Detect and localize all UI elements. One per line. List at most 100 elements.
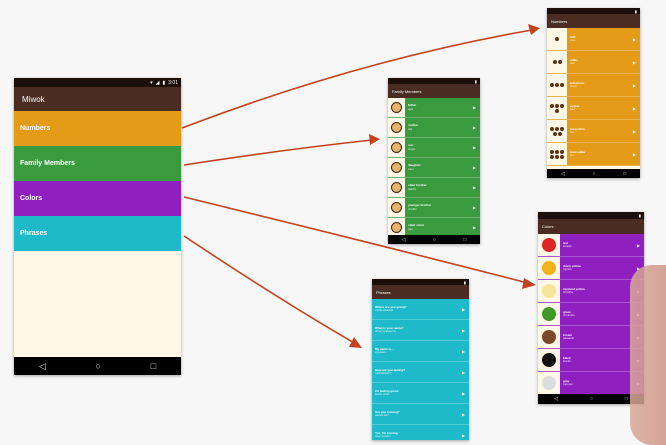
play-icon[interactable]: ▶ xyxy=(473,105,480,110)
item-text: daughter tune xyxy=(405,164,473,171)
list-item[interactable]: What is your name? tinnә oyaase'nә ▶ xyxy=(372,320,469,341)
category-phrases[interactable]: Phrases xyxy=(14,216,181,251)
list-item[interactable]: massokka five ▶ xyxy=(547,120,640,143)
english-word: one xyxy=(570,38,576,42)
play-icon[interactable]: ▶ xyxy=(462,391,469,396)
english-word: ṭakaakki xyxy=(563,336,575,340)
face-icon xyxy=(391,222,402,233)
list-item[interactable]: greenchokokki▶ xyxy=(538,303,644,326)
play-icon[interactable]: ▶ xyxy=(462,412,469,417)
number-image xyxy=(547,51,567,73)
back-icon[interactable]: ◁ xyxy=(561,171,565,177)
home-icon[interactable]: ○ xyxy=(592,171,595,177)
english-word: ṭopiisә xyxy=(563,267,572,271)
play-icon[interactable]: ▶ xyxy=(473,225,480,230)
item-text: massokka five xyxy=(567,128,633,135)
recents-icon[interactable]: □ xyxy=(625,396,628,402)
coin-icon xyxy=(550,126,554,131)
play-icon[interactable]: ▶ xyxy=(633,60,640,65)
battery-icon: ▮ xyxy=(474,78,477,84)
list-item[interactable]: father әpә ▶ xyxy=(388,98,480,118)
play-icon[interactable]: ▶ xyxy=(633,152,640,157)
list-item[interactable]: older brother taachi ▶ xyxy=(388,178,480,198)
category-numbers[interactable]: Numbers xyxy=(14,111,181,146)
list-item[interactable]: lutti one ▶ xyxy=(547,28,640,51)
home-icon[interactable]: ○ xyxy=(433,237,436,243)
english-word: michәksәs? xyxy=(375,371,391,375)
item-text: I'm feeling good. kuchi achit xyxy=(372,390,462,397)
color-swatch-image xyxy=(538,326,560,348)
color-swatch-image xyxy=(538,303,560,325)
list-item[interactable]: brownṭakaakki▶ xyxy=(538,326,644,349)
list-item[interactable]: red weṭeṭṭi ▶ xyxy=(538,234,644,257)
item-text: black kululli xyxy=(560,357,637,364)
color-swatch xyxy=(542,238,556,252)
english-word: kuchi achit xyxy=(375,392,390,396)
play-icon[interactable]: ▶ xyxy=(462,328,469,333)
play-icon[interactable]: ▶ xyxy=(473,185,480,190)
coins-icon xyxy=(550,126,564,136)
list-item[interactable]: dusty yellowṭopiisә▶ xyxy=(538,257,644,280)
play-icon[interactable]: ▶ xyxy=(637,243,644,248)
english-word: tune xyxy=(408,166,414,171)
list-item[interactable]: daughter tune ▶ xyxy=(388,158,480,178)
play-icon[interactable]: ▶ xyxy=(633,37,640,42)
list-item[interactable]: son angsi ▶ xyxy=(388,138,480,158)
english-word: weṭeṭṭi xyxy=(563,244,572,248)
app-bar: Phrases xyxy=(372,285,469,299)
list-item[interactable]: mother әṭa ▶ xyxy=(388,118,480,138)
face-icon xyxy=(391,182,402,193)
play-icon[interactable]: ▶ xyxy=(462,370,469,375)
number-image xyxy=(547,120,567,142)
recents-icon[interactable]: □ xyxy=(623,171,626,177)
back-icon[interactable]: ◁ xyxy=(402,237,406,243)
color-swatch-image xyxy=(538,257,560,279)
coin-icon xyxy=(557,131,562,136)
recents-icon[interactable]: □ xyxy=(151,361,156,371)
home-icon[interactable]: ○ xyxy=(590,396,593,402)
list-item[interactable]: I'm feeling good. kuchi achit ▶ xyxy=(372,383,469,404)
list-item[interactable]: mustard yellowchiwiiṭә▶ xyxy=(538,280,644,303)
play-icon[interactable]: ▶ xyxy=(473,145,480,150)
category-family-members[interactable]: Family Members xyxy=(14,146,181,181)
screen-title: Numbers xyxy=(551,18,568,24)
face-icon xyxy=(391,202,402,213)
app-bar: Family Members xyxy=(388,84,480,98)
main-phone-screen: ▾ ◢ ▮ 3:01 Miwok Numbers Family Members Co… xyxy=(14,78,181,375)
coin-icon xyxy=(555,83,559,87)
play-icon[interactable]: ▶ xyxy=(462,349,469,354)
english-word: four xyxy=(570,107,576,111)
color-swatch xyxy=(542,353,556,367)
list-item[interactable]: blackkululli▶ xyxy=(538,349,644,372)
list-item[interactable]: My name is... oyaaset... ▶ xyxy=(372,341,469,362)
family-member-image xyxy=(388,118,405,137)
play-icon[interactable]: ▶ xyxy=(473,165,480,170)
play-icon[interactable]: ▶ xyxy=(633,129,640,134)
list-item[interactable]: How are you feeling? michәksәs? ▶ xyxy=(372,362,469,383)
item-text: tolookosu three xyxy=(567,82,633,89)
list-item[interactable]: Are you coming? әәnәs'aa? ▶ xyxy=(372,404,469,425)
screen-title: Family Members xyxy=(392,88,422,94)
list-item[interactable]: oyyisa four ▶ xyxy=(547,97,640,120)
play-icon[interactable]: ▶ xyxy=(473,205,480,210)
list-item[interactable]: otiiko two ▶ xyxy=(547,51,640,74)
play-icon[interactable]: ▶ xyxy=(462,433,469,438)
play-icon[interactable]: ▶ xyxy=(462,307,469,312)
status-time: 3:01 xyxy=(168,79,178,86)
play-icon[interactable]: ▶ xyxy=(473,125,480,130)
list-item[interactable]: temmokka six ▶ xyxy=(547,143,640,166)
list-item[interactable]: Where are you going? minto wuksus ▶ xyxy=(372,299,469,320)
item-text: temmokka six xyxy=(567,151,633,158)
recents-icon[interactable]: □ xyxy=(463,237,466,243)
status-bar: ▮ xyxy=(538,212,644,219)
home-icon[interactable]: ○ xyxy=(96,361,101,371)
list-item[interactable]: tolookosu three ▶ xyxy=(547,74,640,97)
play-icon[interactable]: ▶ xyxy=(633,83,640,88)
play-icon[interactable]: ▶ xyxy=(633,106,640,111)
list-item[interactable]: grayṭopoppi▶ xyxy=(538,372,644,395)
list-item[interactable]: Yes, I'm coming. hәә' әәnәm ▶ xyxy=(372,425,469,440)
back-icon[interactable]: ◁ xyxy=(554,396,558,402)
back-icon[interactable]: ◁ xyxy=(39,361,46,372)
list-item[interactable]: younger brother chalitti ▶ xyxy=(388,198,480,218)
category-colors[interactable]: Colors xyxy=(14,181,181,216)
